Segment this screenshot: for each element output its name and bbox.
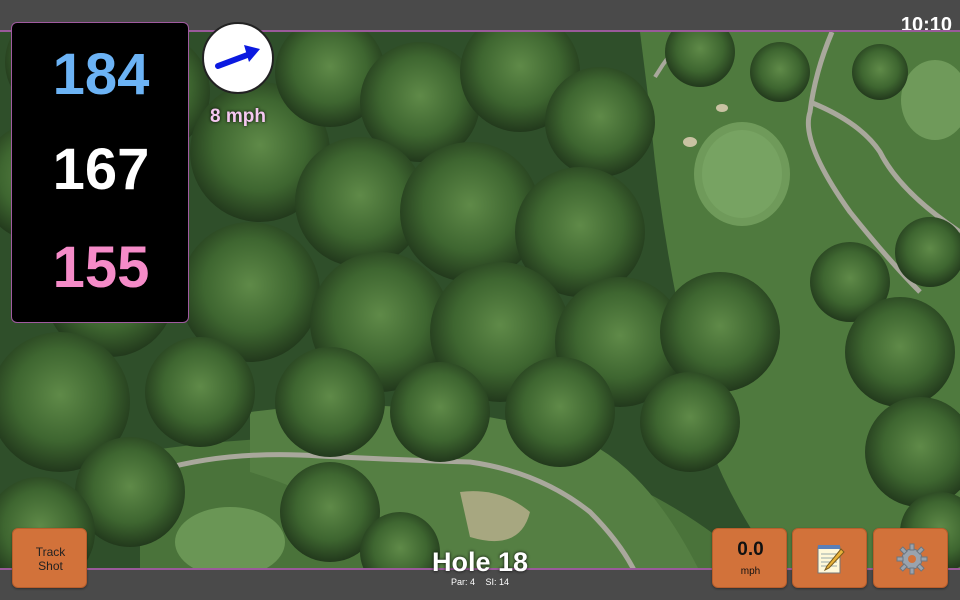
wind-arrow-icon bbox=[215, 45, 260, 69]
notepad-icon bbox=[817, 545, 845, 574]
stroke-index-label: SI: 14 bbox=[485, 577, 510, 587]
front-distance: 155 bbox=[52, 235, 150, 300]
notes-button[interactable] bbox=[792, 528, 867, 588]
track-shot-label: Track Shot bbox=[35, 545, 66, 573]
back-distance: 184 bbox=[52, 42, 150, 107]
speed-unit: mph bbox=[740, 566, 761, 577]
wind-indicator bbox=[202, 22, 274, 94]
settings-button[interactable] bbox=[873, 528, 948, 588]
hole-info: Par: 4 SI: 14 bbox=[380, 577, 580, 587]
distance-panel: 184 167 155 bbox=[11, 22, 189, 323]
par-label: Par: 4 bbox=[450, 577, 475, 587]
middle-distance: 167 bbox=[52, 137, 150, 202]
speed-button[interactable]: 0.0 mph bbox=[712, 528, 787, 588]
track-shot-button[interactable]: Track Shot bbox=[12, 528, 87, 588]
hole-title: Hole 18 bbox=[431, 547, 529, 577]
gear-icon bbox=[896, 543, 928, 575]
wind-speed: 8 mph bbox=[210, 106, 266, 127]
speed-value: 0.0 bbox=[737, 539, 764, 560]
